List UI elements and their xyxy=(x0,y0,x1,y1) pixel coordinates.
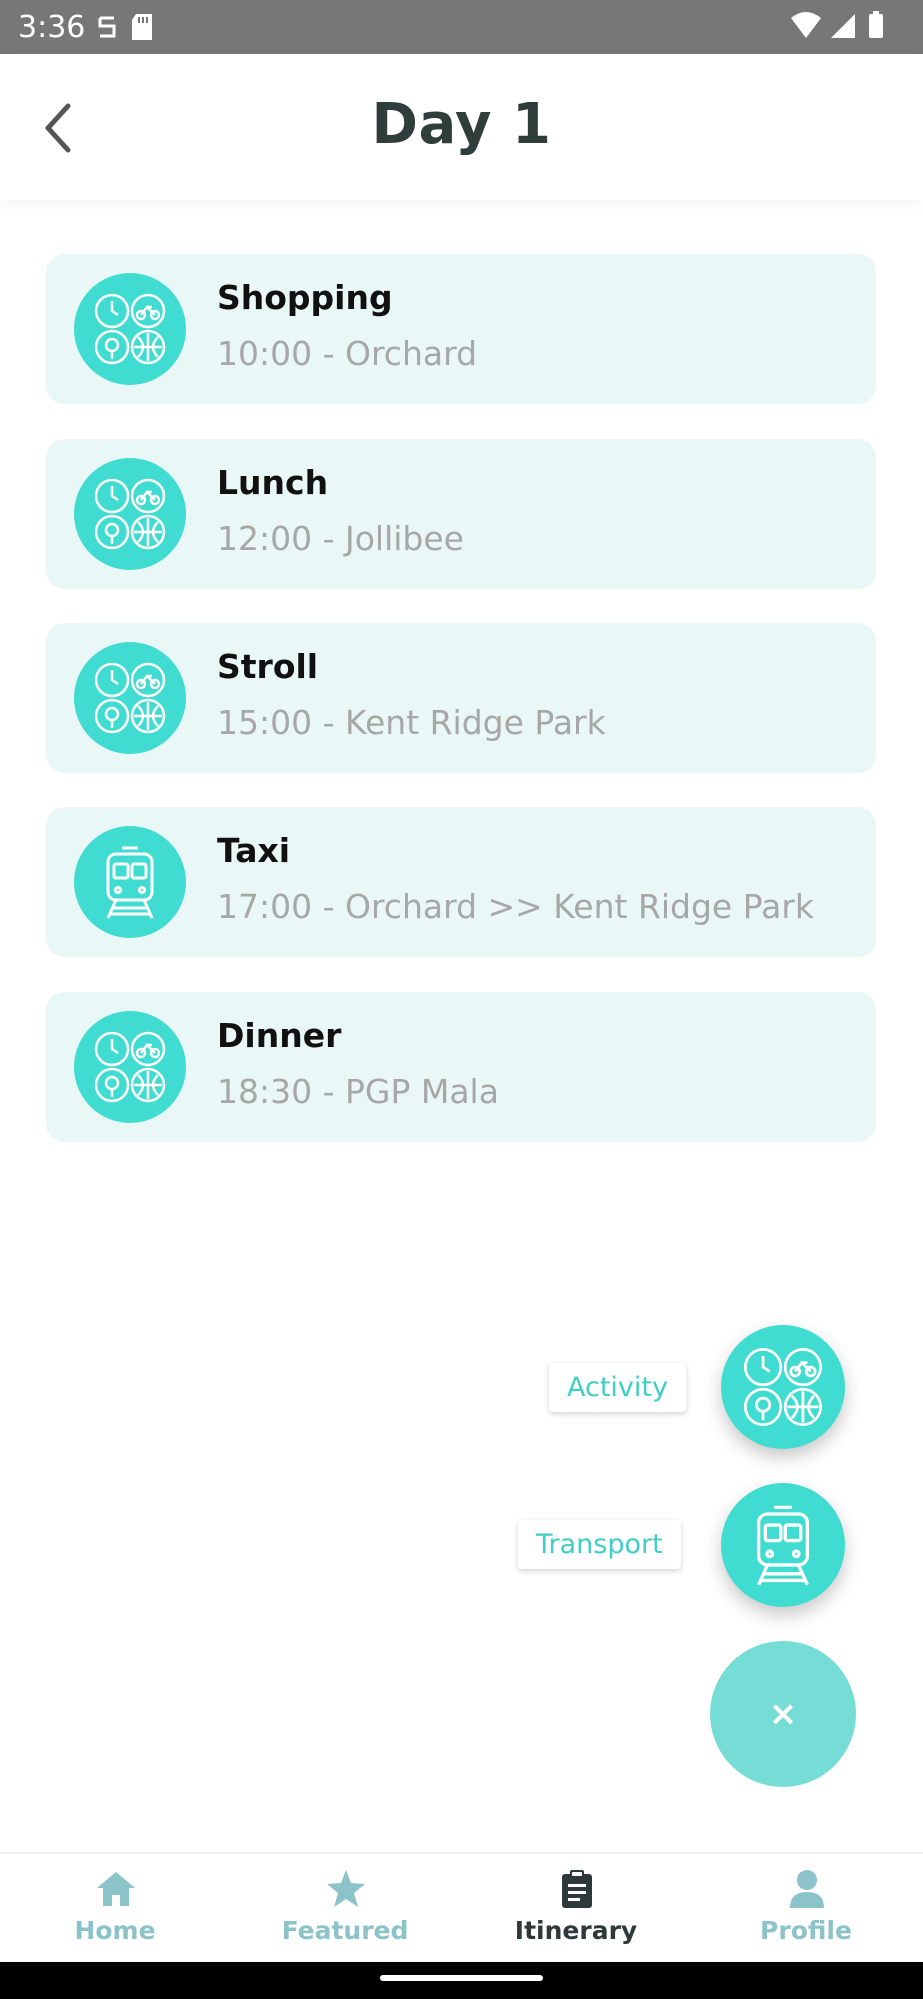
clipboard-icon xyxy=(562,1870,592,1908)
add-transport-button[interactable] xyxy=(721,1483,845,1607)
nav-home-label: Home xyxy=(74,1916,156,1945)
add-activity-button[interactable] xyxy=(721,1325,845,1449)
itinerary-item[interactable]: Shopping 10:00 - Orchard xyxy=(46,254,876,404)
item-title: Dinner xyxy=(217,1016,342,1055)
activity-icon xyxy=(74,1011,186,1123)
nav-itinerary-label: Itinerary xyxy=(514,1916,638,1945)
nav-featured-label: Featured xyxy=(281,1916,409,1945)
close-icon: × xyxy=(768,1694,798,1734)
activity-fab-label[interactable]: Activity xyxy=(549,1363,686,1412)
nav-itinerary[interactable]: Itinerary xyxy=(461,1854,691,1964)
transport-fab-label[interactable]: Transport xyxy=(518,1520,681,1569)
home-icon xyxy=(97,1872,135,1906)
signal-icon xyxy=(831,14,855,38)
activity-icon xyxy=(74,458,186,570)
sd-card-icon xyxy=(132,14,152,40)
wifi-icon xyxy=(791,12,821,38)
item-title: Taxi xyxy=(217,831,291,870)
nav-home[interactable]: Home xyxy=(0,1854,230,1964)
item-subtitle: 15:00 - Kent Ridge Park xyxy=(217,703,606,742)
item-subtitle: 10:00 - Orchard xyxy=(217,334,478,373)
item-subtitle: 12:00 - Jollibee xyxy=(217,519,464,558)
itinerary-item[interactable]: Taxi 17:00 - Orchard >> Kent Ridge Park xyxy=(46,807,876,957)
status-right-icons xyxy=(789,10,889,46)
train-icon xyxy=(756,1505,810,1586)
status-left-icons xyxy=(96,12,166,46)
status-time: 3:36 xyxy=(18,10,86,45)
item-subtitle: 18:30 - PGP Mala xyxy=(217,1072,499,1111)
bottom-nav: Home Featured Itinerary Profile xyxy=(0,1852,923,1964)
close-fab-button[interactable]: × xyxy=(710,1641,856,1787)
home-gesture-pill[interactable] xyxy=(380,1975,543,1981)
activity-icon xyxy=(74,642,186,754)
itinerary-item[interactable]: Lunch 12:00 - Jollibee xyxy=(46,439,876,589)
activity-icon xyxy=(743,1347,823,1427)
item-title: Stroll xyxy=(217,647,319,686)
system-nav-bar xyxy=(0,1962,923,1999)
itinerary-item[interactable]: Dinner 18:30 - PGP Mala xyxy=(46,992,876,1142)
status-bar: 3:36 xyxy=(0,0,923,54)
page-title: Day 1 xyxy=(371,92,552,157)
item-title: Shopping xyxy=(217,278,393,317)
app-header: Day 1 xyxy=(0,54,923,200)
user-icon xyxy=(790,1870,824,1908)
itinerary-item[interactable]: Stroll 15:00 - Kent Ridge Park xyxy=(46,623,876,773)
nav-featured[interactable]: Featured xyxy=(230,1854,460,1964)
sync-icon xyxy=(98,16,116,38)
battery-icon xyxy=(869,14,883,38)
train-icon xyxy=(74,826,186,938)
item-subtitle: 17:00 - Orchard >> Kent Ridge Park xyxy=(217,887,815,926)
star-icon xyxy=(327,1870,365,1907)
nav-profile-label: Profile xyxy=(760,1916,852,1945)
activity-icon xyxy=(74,273,186,385)
nav-profile[interactable]: Profile xyxy=(691,1854,921,1964)
item-title: Lunch xyxy=(217,463,329,502)
